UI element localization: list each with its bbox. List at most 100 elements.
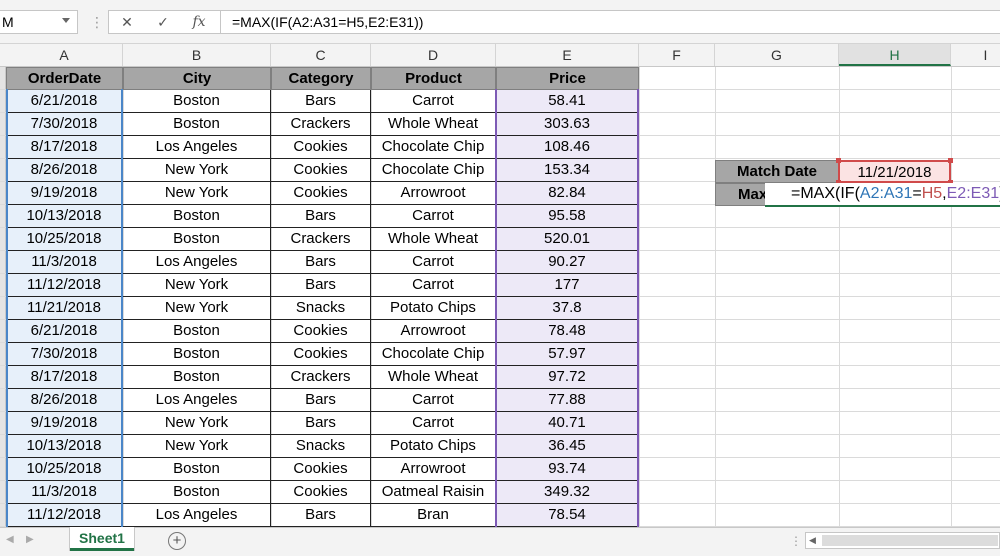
match-date-label[interactable]: Match Date [715,160,839,183]
cell-orderdate[interactable]: 8/26/2018 [6,389,123,412]
cell-product[interactable]: Arrowroot [371,182,496,205]
cell-product[interactable]: Whole Wheat [371,366,496,389]
cell-product[interactable]: Chocolate Chip [371,159,496,182]
cell-orderdate[interactable]: 11/3/2018 [6,481,123,504]
scroll-left-icon[interactable]: ◀ [6,534,14,545]
column-header-c[interactable]: C [271,44,371,66]
cell-product[interactable]: Chocolate Chip [371,136,496,159]
cell-product[interactable]: Bran [371,504,496,527]
cell-category[interactable]: Snacks [271,435,371,458]
cell-orderdate[interactable]: 10/25/2018 [6,458,123,481]
cell-category[interactable]: Snacks [271,297,371,320]
cell-price[interactable]: 37.8 [496,297,639,320]
cell-orderdate[interactable]: 10/25/2018 [6,228,123,251]
cell-orderdate[interactable]: 11/21/2018 [6,297,123,320]
cell-city[interactable]: Boston [123,343,271,366]
column-header-d[interactable]: D [371,44,496,66]
range-corner-handle[interactable] [836,158,841,163]
formula-input[interactable]: =MAX(IF(A2:A31=H5,E2:E31)) [220,10,1000,34]
range-corner-handle[interactable] [948,158,953,163]
cell-city[interactable]: Boston [123,113,271,136]
cell-city[interactable]: New York [123,412,271,435]
cell-category[interactable]: Bars [271,504,371,527]
cell-city[interactable]: Boston [123,228,271,251]
header-cell-city[interactable]: City [123,67,271,90]
cell-category[interactable]: Cookies [271,182,371,205]
scroll-left-icon[interactable]: ◀ [809,533,816,548]
sheet-tab-sheet1[interactable]: Sheet1 [70,527,134,551]
cell-category[interactable]: Cookies [271,136,371,159]
cell-city[interactable]: Boston [123,90,271,113]
cell-category[interactable]: Cookies [271,343,371,366]
cell-city[interactable]: New York [123,159,271,182]
cell-orderdate[interactable]: 11/12/2018 [6,504,123,527]
cell-price[interactable]: 520.01 [496,228,639,251]
cell-city[interactable]: New York [123,274,271,297]
cell-product[interactable]: Carrot [371,90,496,113]
cell-price[interactable]: 78.48 [496,320,639,343]
cell-price[interactable]: 153.34 [496,159,639,182]
cell-price[interactable]: 349.32 [496,481,639,504]
cell-price[interactable]: 93.74 [496,458,639,481]
cell-price[interactable]: 177 [496,274,639,297]
column-header-g[interactable]: G [715,44,839,66]
column-header-e[interactable]: E [496,44,639,66]
cell-city[interactable]: Boston [123,458,271,481]
cell-orderdate[interactable]: 8/26/2018 [6,159,123,182]
cell-product[interactable]: Carrot [371,412,496,435]
cell-product[interactable]: Arrowroot [371,320,496,343]
cell-category[interactable]: Bars [271,251,371,274]
cell-editor[interactable]: =MAX(IF(A2:A31=H5,E2:E31)) [765,183,1000,207]
cell-orderdate[interactable]: 6/21/2018 [6,90,123,113]
scroll-right-icon[interactable]: ▶ [26,534,34,545]
enter-icon[interactable]: ✓ [149,11,177,33]
scrollbar-thumb[interactable] [822,535,998,546]
cell-city[interactable]: Los Angeles [123,251,271,274]
column-header-h[interactable]: H [839,44,951,66]
column-header-f[interactable]: F [639,44,715,66]
cell-orderdate[interactable]: 10/13/2018 [6,435,123,458]
cell-price[interactable]: 108.46 [496,136,639,159]
column-header-b[interactable]: B [123,44,271,66]
cell-category[interactable]: Bars [271,205,371,228]
cell-city[interactable]: New York [123,182,271,205]
cell-orderdate[interactable]: 7/30/2018 [6,343,123,366]
cell-price[interactable]: 77.88 [496,389,639,412]
cell-price[interactable]: 78.54 [496,504,639,527]
cell-product[interactable]: Potato Chips [371,435,496,458]
cell-category[interactable]: Bars [271,412,371,435]
cell-category[interactable]: Crackers [271,113,371,136]
header-cell-category[interactable]: Category [271,67,371,90]
cell-city[interactable]: Boston [123,481,271,504]
cell-orderdate[interactable]: 11/3/2018 [6,251,123,274]
cell-product[interactable]: Carrot [371,251,496,274]
column-header-i[interactable]: I [951,44,1000,66]
cell-city[interactable]: Los Angeles [123,136,271,159]
cell-category[interactable]: Crackers [271,228,371,251]
cell-category[interactable]: Cookies [271,481,371,504]
cell-city[interactable]: Boston [123,205,271,228]
cell-product[interactable]: Carrot [371,389,496,412]
cell-product[interactable]: Whole Wheat [371,228,496,251]
cell-product[interactable]: Carrot [371,205,496,228]
add-sheet-icon[interactable]: + [168,532,186,550]
cell-orderdate[interactable]: 6/21/2018 [6,320,123,343]
header-cell-price[interactable]: Price [496,67,639,90]
cell-city[interactable]: Boston [123,366,271,389]
header-cell-orderdate[interactable]: OrderDate [6,67,123,90]
cell-category[interactable]: Bars [271,389,371,412]
name-box[interactable]: M [0,10,78,34]
cell-category[interactable]: Cookies [271,458,371,481]
cell-city[interactable]: New York [123,297,271,320]
cell-price[interactable]: 90.27 [496,251,639,274]
cell-category[interactable]: Cookies [271,159,371,182]
insert-function-icon[interactable]: fx [185,11,213,33]
match-date-value[interactable]: 11/21/2018 [838,160,951,183]
chevron-down-icon[interactable] [62,18,70,23]
cell-orderdate[interactable]: 7/30/2018 [6,113,123,136]
column-header-a[interactable]: A [6,44,123,66]
cell-orderdate[interactable]: 10/13/2018 [6,205,123,228]
cell-orderdate[interactable]: 8/17/2018 [6,366,123,389]
cell-product[interactable]: Arrowroot [371,458,496,481]
cell-price[interactable]: 57.97 [496,343,639,366]
